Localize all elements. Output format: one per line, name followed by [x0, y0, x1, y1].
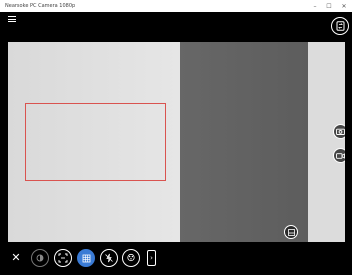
hamburger-icon[interactable] [8, 16, 16, 24]
scan-icon [58, 253, 68, 263]
camera-viewfinder[interactable] [8, 42, 345, 242]
maximize-button[interactable]: ☐ [322, 0, 336, 12]
window-title: Nearsoke PC Camera 1080p [5, 3, 76, 9]
hdr-icon [36, 254, 44, 262]
flash-button[interactable] [100, 249, 118, 267]
scan-button[interactable] [54, 249, 72, 267]
video-mode-button[interactable] [333, 148, 345, 163]
filter-button[interactable] [122, 249, 140, 267]
face-detection-box [25, 103, 166, 181]
no-flash-icon [105, 253, 113, 263]
video-mode-icon [336, 152, 345, 159]
switch-camera-button[interactable] [331, 17, 349, 35]
close-window-button[interactable]: ✕ [337, 0, 351, 12]
bottom-toolbar: ✕ › [0, 242, 352, 275]
timer-button[interactable] [284, 225, 298, 239]
title-bar: Nearsoke PC Camera 1080p – ☐ ✕ [0, 0, 352, 12]
preview-background-right [308, 42, 345, 242]
photo-mode-button[interactable] [333, 124, 345, 139]
close-toolbar-button[interactable]: ✕ [10, 252, 22, 264]
more-options-button[interactable]: › [147, 250, 156, 266]
app-bar [0, 12, 352, 42]
switch-camera-icon [336, 21, 344, 31]
hdr-button[interactable] [31, 249, 49, 267]
grid-icon [82, 254, 90, 262]
preview-dark-panel [180, 42, 308, 242]
minimize-button[interactable]: – [308, 0, 322, 12]
grid-button[interactable] [77, 249, 95, 267]
photo-mode-icon [336, 128, 345, 135]
timer-icon [287, 228, 295, 236]
filter-icon [127, 253, 135, 262]
